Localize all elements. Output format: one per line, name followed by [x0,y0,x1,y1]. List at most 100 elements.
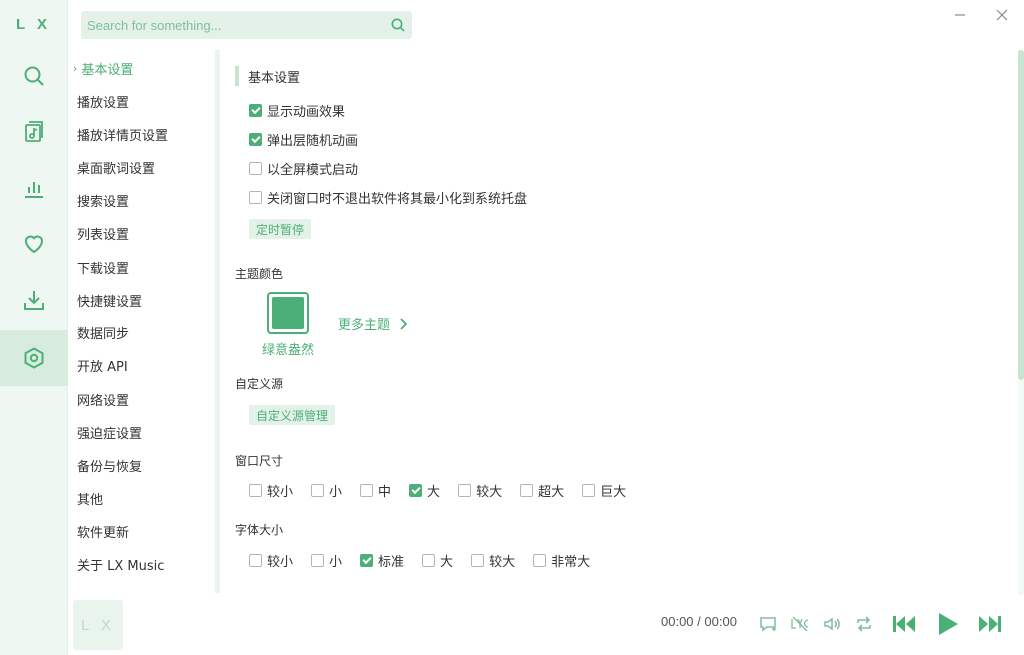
theme-swatch-green[interactable] [267,292,309,334]
menu-item-backup[interactable]: 备份与恢复 [77,453,142,477]
radio[interactable] [471,554,485,567]
window-size-option[interactable]: 巨大 [582,481,626,500]
comment-icon [760,617,776,632]
music-file-icon [25,121,43,142]
settings-icon [24,347,44,369]
checkbox[interactable] [249,104,262,117]
menu-item-basic[interactable]: › 基本设置 [73,56,133,80]
minimize-icon [955,14,965,16]
option-random-animation[interactable]: 弹出层随机动画 [249,130,358,149]
font-size-option[interactable]: 大 [422,551,453,570]
font-size-option[interactable]: 非常大 [533,551,590,570]
font-size-option[interactable]: 较小 [249,551,293,570]
menu-item-about[interactable]: 关于 LX Music [77,552,164,576]
window-size-option[interactable]: 超大 [520,481,564,500]
nav-leaderboard[interactable] [0,160,68,216]
radio[interactable] [533,554,547,567]
option-minimize-to-tray[interactable]: 关闭窗口时不退出软件将其最小化到系统托盘 [249,188,527,207]
radio[interactable] [582,484,596,497]
previous-button[interactable] [891,611,917,637]
font-size-label: 字体大小 [235,523,284,537]
window-size-options: 较小 小 中 大 较大 超大 巨大 [249,481,644,500]
search-button[interactable] [384,11,412,39]
menu-item-play-detail[interactable]: 播放详情页设置 [77,122,168,146]
album-cover[interactable]: L X [73,600,123,650]
close-button[interactable] [992,6,1012,24]
content-scrollbar[interactable] [1018,50,1024,595]
current-time: 00:00 [661,614,694,629]
nav-favorites[interactable] [0,216,68,272]
checkbox[interactable] [249,162,262,175]
chart-icon [25,182,43,198]
radio[interactable] [520,484,534,497]
option-show-animation[interactable]: 显示动画效果 [249,101,345,120]
custom-source-manage-button[interactable]: 自定义源管理 [249,405,336,425]
radio[interactable] [311,554,325,567]
search-icon [391,18,405,32]
nav-song-list[interactable] [0,104,68,160]
radio[interactable] [249,554,262,567]
radio[interactable] [249,484,262,497]
window-size-option[interactable]: 较大 [458,481,502,500]
repeat-icon [857,616,871,632]
radio[interactable] [360,554,374,567]
window-size-option[interactable]: 小 [311,481,342,500]
nav-settings[interactable] [0,330,68,386]
radio[interactable] [311,484,325,497]
scrollbar-thumb[interactable] [1018,50,1024,380]
menu-item-hotkey[interactable]: 快捷键设置 [77,288,142,312]
radio[interactable] [458,484,472,497]
settings-content: 基本设置 显示动画效果 弹出层随机动画 以全屏模式启动 关闭窗口时不退出软件将其… [220,50,1018,595]
window-size-option[interactable]: 较小 [249,481,293,500]
search-input[interactable] [81,17,384,33]
left-nav-rail: L X [0,0,68,655]
checkbox[interactable] [249,133,262,146]
comment-button[interactable] [755,611,781,637]
app-logo: L X [15,15,52,33]
menu-item-open-api[interactable]: 开放 API [77,353,128,377]
heart-icon [24,235,44,254]
search-box [81,11,412,39]
volume-button[interactable] [819,611,845,637]
player-bar: L X 00:00 / 00:00 [68,595,1024,655]
volume-icon [824,617,840,631]
nav-search[interactable] [0,48,68,104]
download-icon [24,291,44,310]
radio[interactable] [360,484,374,497]
font-size-option[interactable]: 较大 [471,551,515,570]
option-fullscreen-start[interactable]: 以全屏模式启动 [249,159,358,178]
menu-item-download[interactable]: 下载设置 [77,255,129,279]
radio[interactable] [422,554,436,567]
play-mode-button[interactable] [851,611,877,637]
chevron-right-icon [400,317,408,330]
next-button[interactable] [977,611,1003,637]
radio[interactable] [409,484,423,497]
lyric-icon [791,616,809,632]
more-themes-link[interactable]: 更多主题 [338,314,410,333]
menu-item-list[interactable]: 列表设置 [77,221,129,245]
font-size-option[interactable]: 标准 [360,551,404,570]
play-button[interactable] [934,611,960,637]
window-size-option[interactable]: 大 [409,481,440,500]
chevron-right-icon: › [73,61,78,75]
menu-item-update[interactable]: 软件更新 [77,519,129,543]
window-size-option[interactable]: 中 [360,481,391,500]
menu-item-play[interactable]: 播放设置 [77,89,129,113]
timer-pause-button[interactable]: 定时暂停 [249,219,312,239]
play-icon [939,613,958,635]
menu-item-search[interactable]: 搜索设置 [77,188,129,212]
checkbox[interactable] [249,191,262,204]
font-size-option[interactable]: 小 [311,551,342,570]
desktop-lyric-button[interactable] [787,611,813,637]
menu-item-desktop-lyric[interactable]: 桌面歌词设置 [77,155,155,179]
font-size-options: 较小 小 标准 大 较大 非常大 [249,551,608,570]
theme-color-fill [272,297,304,329]
menu-item-network[interactable]: 网络设置 [77,387,129,411]
menu-item-other[interactable]: 其他 [77,486,103,510]
menu-item-ocd[interactable]: 强迫症设置 [77,420,142,444]
search-icon [24,66,44,86]
menu-item-sync[interactable]: 数据同步 [77,320,129,344]
minimize-button[interactable] [950,6,970,24]
nav-download[interactable] [0,272,68,328]
window-size-label: 窗口尺寸 [235,454,284,468]
